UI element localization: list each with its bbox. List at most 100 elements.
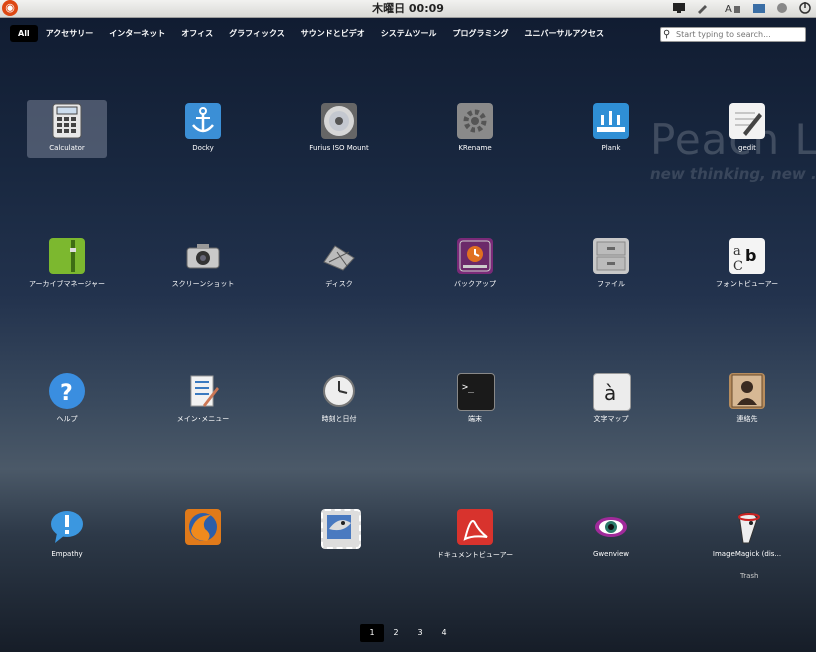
network-icon[interactable] <box>774 1 790 15</box>
keyboard-input-icon[interactable]: A <box>724 1 742 15</box>
category-internet[interactable]: インターネット <box>101 25 173 42</box>
app-label: Gwenview <box>592 550 629 558</box>
app-label: フォントビューアー <box>715 280 779 288</box>
file-cabinet-icon <box>593 238 629 274</box>
app-disks[interactable]: ディスク <box>299 235 379 293</box>
monitor-icon[interactable] <box>671 1 687 15</box>
contacts-icon <box>729 373 765 409</box>
search-box[interactable]: ⚲ <box>660 27 806 42</box>
app-files[interactable]: ファイル <box>571 235 651 293</box>
svg-text:>_: >_ <box>462 382 475 393</box>
app-label: Furius ISO Mount <box>309 144 369 152</box>
app-docky[interactable]: Docky <box>163 100 243 158</box>
firefox-icon <box>185 509 221 545</box>
backup-icon <box>457 238 493 274</box>
app-label: バックアップ <box>454 280 496 288</box>
app-character-map[interactable]: à 文字マップ <box>571 370 651 428</box>
top-panel: ◉ 木曜日 00:09 A <box>0 0 816 18</box>
category-graphics[interactable]: グラフィックス <box>221 25 293 42</box>
app-time-and-date[interactable]: 時刻と日付 <box>299 370 379 428</box>
category-all[interactable]: All <box>10 25 38 42</box>
app-furius-iso-mount[interactable]: Furius ISO Mount <box>299 100 379 158</box>
page-4-button[interactable]: 4 <box>432 624 456 642</box>
menu-editor-icon <box>185 373 221 409</box>
page-1-button[interactable]: 1 <box>360 624 384 642</box>
page-2-button[interactable]: 2 <box>384 624 408 642</box>
app-label: KRename <box>458 144 492 152</box>
app-label: ヘルプ <box>56 415 78 423</box>
trash-label[interactable]: Trash <box>740 572 759 580</box>
chat-bubble-icon <box>49 509 85 545</box>
camera-icon <box>185 238 221 274</box>
page-3-button[interactable]: 3 <box>408 624 432 642</box>
category-universal-access[interactable]: ユニバーサルアクセス <box>517 25 612 42</box>
app-gwenview[interactable]: Gwenview <box>571 506 651 564</box>
character-map-icon: à <box>593 373 631 411</box>
archive-icon <box>49 238 85 274</box>
power-icon[interactable] <box>797 1 813 15</box>
app-label: スクリーンショット <box>171 280 235 288</box>
app-main-menu[interactable]: メイン･メニュー <box>163 370 243 428</box>
svg-text:b: b <box>745 246 756 265</box>
pagination: 1 2 3 4 <box>360 624 456 642</box>
search-input[interactable] <box>676 28 802 41</box>
app-label: Calculator <box>49 144 85 152</box>
search-icon: ⚲ <box>663 29 671 40</box>
app-empathy[interactable]: Empathy <box>27 506 107 564</box>
app-krename[interactable]: KRename <box>435 100 515 158</box>
app-contacts[interactable]: 連絡先 <box>707 370 787 428</box>
text-editor-icon <box>729 103 765 139</box>
category-office[interactable]: オフィス <box>173 25 221 42</box>
app-label: ImageMagick (dis... <box>712 550 782 558</box>
app-label: ファイル <box>597 280 625 288</box>
app-label: 連絡先 <box>736 415 758 423</box>
calculator-icon <box>49 103 85 139</box>
app-plank[interactable]: Plank <box>571 100 651 158</box>
app-font-viewer[interactable]: abC フォントビューアー <box>707 235 787 293</box>
app-imagemagick[interactable]: ImageMagick (dis... <box>707 506 787 564</box>
app-label: 文字マップ <box>593 415 629 423</box>
disc-icon <box>321 103 357 139</box>
terminal-icon: >_ <box>457 373 495 411</box>
app-label: Plank <box>601 144 621 152</box>
pen-icon[interactable] <box>694 1 710 15</box>
font-viewer-icon: abC <box>729 238 765 274</box>
app-label: メイン･メニュー <box>176 415 230 423</box>
category-sound-video[interactable]: サウンドとビデオ <box>293 25 373 42</box>
app-label: gedit <box>738 144 756 152</box>
gear-icon <box>457 103 493 139</box>
app-label: ディスク <box>325 280 353 288</box>
app-screenshot[interactable]: スクリーンショット <box>163 235 243 293</box>
category-system-tools[interactable]: システムツール <box>373 25 445 42</box>
svg-text:A: A <box>725 4 732 14</box>
app-thunderbird[interactable] <box>299 506 379 564</box>
app-terminal[interactable]: >_ 端末 <box>435 370 515 428</box>
app-label: アーカイブマネージャー <box>28 280 106 288</box>
app-backup[interactable]: バックアップ <box>435 235 515 293</box>
wallpaper-tagline: new thinking, new ... <box>650 165 816 183</box>
window-icon[interactable] <box>751 1 767 15</box>
category-accessories[interactable]: アクセサリー <box>38 25 102 42</box>
category-bar: All アクセサリー インターネット オフィス グラフィックス サウンドとビデオ… <box>10 25 612 42</box>
help-icon: ? <box>49 373 85 409</box>
clock-icon <box>321 373 357 409</box>
imagemagick-icon <box>729 509 765 545</box>
app-calculator[interactable]: Calculator <box>27 100 107 158</box>
category-programming[interactable]: プログラミング <box>445 25 517 42</box>
anchor-icon <box>185 103 221 139</box>
app-document-viewer[interactable]: ドキュメントビューアー <box>435 506 515 564</box>
app-label: Empathy <box>51 550 83 558</box>
app-archive-manager[interactable]: アーカイブマネージャー <box>27 235 107 293</box>
document-viewer-icon <box>457 509 493 545</box>
svg-text:a: a <box>733 244 741 259</box>
eye-icon <box>593 509 629 545</box>
app-label: ドキュメントビューアー <box>436 551 514 559</box>
disk-utility-icon <box>321 238 357 274</box>
app-gedit[interactable]: gedit <box>707 100 787 158</box>
thunderbird-icon <box>321 509 361 549</box>
app-help[interactable]: ? ヘルプ <box>27 370 107 428</box>
svg-text:C: C <box>733 259 743 274</box>
app-label: 端末 <box>468 415 482 423</box>
app-label: Docky <box>192 144 214 152</box>
app-firefox[interactable] <box>163 506 243 564</box>
